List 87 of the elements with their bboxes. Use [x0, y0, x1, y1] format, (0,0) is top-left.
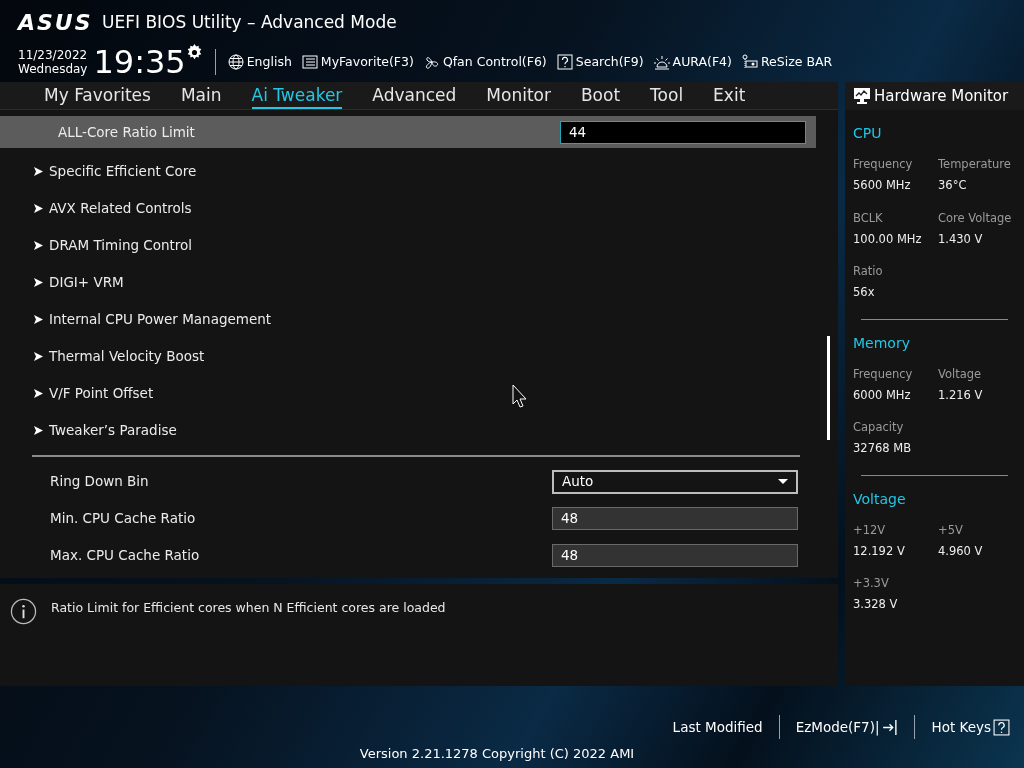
list-icon [301, 54, 318, 70]
footer-button[interactable]: Last Modified [672, 716, 763, 738]
menu-tab[interactable]: Advanced [372, 83, 457, 109]
window-title: UEFI BIOS Utility – Advanced Mode [102, 11, 397, 35]
toolbar-button[interactable]: English [227, 52, 292, 72]
arrow-icon [34, 278, 43, 287]
metric-value: 12.192 V [853, 542, 906, 560]
clock-time: 19:35 [93, 46, 186, 78]
metric-value: 1.216 V [938, 386, 984, 404]
metric-label: Frequency [853, 365, 914, 383]
metric-label: Frequency [853, 156, 914, 173]
arrow-icon [34, 426, 43, 435]
monitor-icon [853, 87, 871, 105]
panel-title: Hardware Monitor [874, 85, 1009, 107]
menu-tab[interactable]: Boot [580, 83, 621, 109]
setting-label: Ring Down Bin [50, 472, 150, 492]
metric-value: 32768 MB [853, 440, 913, 458]
exit-icon [881, 718, 899, 736]
arrow-icon [34, 352, 43, 361]
arrow-icon [34, 167, 43, 176]
submenu-item[interactable]: Specific Efficient Core [34, 161, 197, 182]
submenu-item[interactable]: DRAM Timing Control [34, 235, 193, 256]
version-text: Version 2.21.1278 Copyright (C) 2022 AMI [359, 745, 635, 763]
arrow-icon [34, 389, 43, 398]
submenu-item[interactable]: AVX Related Controls [34, 198, 192, 219]
metric-label: +5V [938, 521, 964, 539]
globe-icon [227, 54, 244, 70]
help-icon [556, 54, 573, 70]
metric-label: +12V [853, 521, 887, 539]
input-field[interactable]: 48 [552, 507, 798, 530]
mouse-cursor-icon [512, 384, 529, 409]
setting-label: Min. CPU Cache Ratio [50, 509, 197, 529]
setting-label: ALL-Core Ratio Limit [58, 122, 196, 142]
footer-button[interactable]: EzMode(F7)| [795, 716, 899, 738]
metric-label: Core Voltage [938, 209, 1013, 227]
dropdown[interactable]: Auto [552, 469, 798, 494]
section-title: Memory [853, 333, 911, 353]
metric-value: 4.960 V [938, 542, 984, 560]
submenu-item[interactable]: Internal CPU Power Management [34, 309, 272, 330]
submenu-item[interactable]: Tweaker’s Paradise [34, 420, 177, 441]
toolbar-button[interactable]: Search(F9) [556, 52, 644, 72]
metric-value: 56x [853, 284, 876, 302]
metric-label: Voltage [938, 365, 983, 383]
arrow-icon [34, 204, 43, 213]
settings-icon[interactable] [185, 44, 203, 61]
metric-value: 100.00 MHz [853, 230, 923, 248]
date-text: 11/23/2022 [18, 48, 88, 62]
menu-tab[interactable]: Tool [650, 83, 684, 109]
fan-icon [423, 54, 440, 70]
caret-icon [778, 479, 788, 484]
submenu-item[interactable]: V/F Point Offset [34, 383, 154, 404]
help-icon [993, 718, 1010, 736]
toolbar-button[interactable]: AURA(F4) [653, 52, 732, 72]
metric-value: 1.430 V [938, 230, 984, 248]
metric-value: 36°C [938, 177, 968, 195]
input-field[interactable]: 48 [552, 544, 798, 567]
input-field[interactable]: 44 [560, 120, 806, 144]
metric-label: BCLK [853, 209, 884, 227]
arrow-icon [34, 241, 43, 250]
selected-row[interactable]: ALL-Core Ratio Limit 44 [0, 116, 816, 148]
toolbar-button[interactable]: Qfan Control(F6) [423, 52, 547, 72]
section-title: CPU [853, 124, 883, 143]
menu-tab[interactable]: Monitor [486, 83, 551, 109]
submenu-item[interactable]: Thermal Velocity Boost [34, 346, 205, 367]
menu-tab[interactable]: My Favorites [44, 83, 151, 109]
info-icon [10, 598, 37, 625]
submenu-item[interactable]: DIGI+ VRM [34, 272, 124, 293]
toolbar-button[interactable]: MyFavorite(F3) [301, 52, 414, 72]
menu-tab[interactable]: Exit [713, 83, 746, 109]
help-description: Ratio Limit for Efficient cores when N Efficient cores are loaded [51, 599, 446, 617]
toolbar-button[interactable]: ReSize BAR [741, 52, 833, 72]
metric-value: 5600 MHz [853, 177, 912, 195]
expansion-card-icon [741, 54, 758, 70]
arrow-icon [34, 315, 43, 324]
metric-value: 3.328 V [853, 596, 899, 614]
metric-label: Ratio [853, 263, 884, 280]
metric-label: Capacity [853, 419, 905, 436]
day-text: Wednesday [18, 62, 88, 76]
siren-icon [653, 54, 670, 70]
scrollbar[interactable] [827, 336, 830, 440]
metric-label: Temperature [938, 156, 1012, 173]
menu-tab[interactable]: Main [180, 83, 222, 109]
footer-button[interactable]: Hot Keys [931, 716, 1010, 738]
metric-value: 6000 MHz [853, 386, 912, 404]
setting-label: Max. CPU Cache Ratio [50, 546, 201, 566]
metric-label: +3.3V [853, 575, 890, 592]
section-title: Voltage [853, 489, 907, 509]
